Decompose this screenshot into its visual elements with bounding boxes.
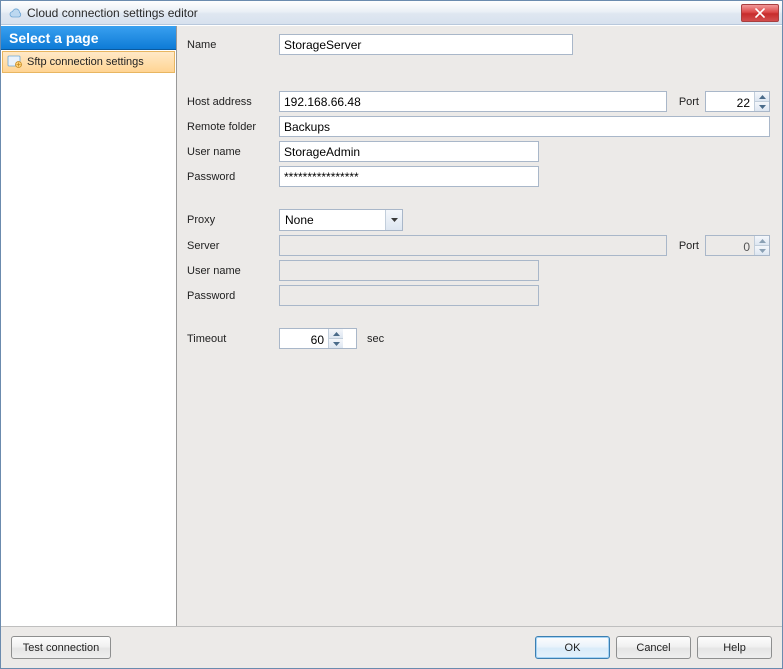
remote-folder-label: Remote folder: [187, 121, 273, 133]
proxy-port-input: [706, 236, 754, 257]
port-label: Port: [679, 96, 699, 108]
close-button[interactable]: [741, 4, 779, 22]
ok-button[interactable]: OK: [535, 636, 610, 659]
chevron-down-icon: [333, 342, 340, 346]
proxy-server-label: Server: [187, 240, 273, 252]
port-input[interactable]: [706, 92, 754, 113]
sidebar-header: Select a page: [1, 26, 176, 50]
proxy-password-input: [279, 285, 539, 306]
password-input[interactable]: [279, 166, 539, 187]
proxy-port-spinner: [705, 235, 770, 256]
name-input[interactable]: [279, 34, 573, 55]
name-label: Name: [187, 39, 273, 51]
proxy-username-label: User name: [187, 265, 273, 277]
port-spinner[interactable]: [705, 91, 770, 112]
host-address-input[interactable]: [279, 91, 667, 112]
cancel-button[interactable]: Cancel: [616, 636, 691, 659]
sidebar: Select a page Sftp connection settings: [1, 26, 177, 626]
cloud-icon: [7, 5, 23, 21]
footer: Test connection OK Cancel Help: [1, 626, 782, 668]
timeout-down-button[interactable]: [329, 339, 343, 348]
timeout-input[interactable]: [280, 329, 328, 350]
chevron-up-icon: [759, 95, 766, 99]
port-down-button[interactable]: [755, 102, 769, 111]
chevron-up-icon: [333, 332, 340, 336]
help-button[interactable]: Help: [697, 636, 772, 659]
proxy-selected-value: None: [280, 210, 385, 230]
proxy-password-label: Password: [187, 290, 273, 302]
dialog-window: Cloud connection settings editor Select …: [0, 0, 783, 669]
proxy-username-input: [279, 260, 539, 281]
password-label: Password: [187, 171, 273, 183]
proxy-label: Proxy: [187, 214, 273, 226]
test-connection-button[interactable]: Test connection: [11, 636, 111, 659]
timeout-up-button[interactable]: [329, 329, 343, 339]
proxy-port-label: Port: [679, 240, 699, 252]
settings-form: Name Host address Port: [187, 34, 770, 349]
chevron-up-icon: [759, 239, 766, 243]
chevron-down-icon: [391, 218, 398, 222]
close-icon: [755, 8, 765, 18]
chevron-down-icon: [759, 249, 766, 253]
window-title: Cloud connection settings editor: [27, 6, 741, 20]
sidebar-item-label: Sftp connection settings: [27, 56, 144, 68]
port-up-button[interactable]: [755, 92, 769, 102]
proxy-dropdown-button[interactable]: [385, 210, 402, 230]
proxy-port-down-button: [755, 246, 769, 255]
timeout-spinner[interactable]: [279, 328, 357, 349]
sidebar-item-sftp-settings[interactable]: Sftp connection settings: [2, 51, 175, 73]
proxy-port-up-button: [755, 236, 769, 246]
proxy-server-input: [279, 235, 667, 256]
remote-folder-input[interactable]: [279, 116, 770, 137]
username-input[interactable]: [279, 141, 539, 162]
timeout-label: Timeout: [187, 333, 273, 345]
timeout-unit: sec: [367, 333, 384, 345]
titlebar: Cloud connection settings editor: [1, 1, 782, 25]
chevron-down-icon: [759, 105, 766, 109]
content-panel: Name Host address Port: [177, 26, 782, 626]
username-label: User name: [187, 146, 273, 158]
settings-page-icon: [7, 54, 23, 70]
proxy-combobox[interactable]: None: [279, 209, 403, 231]
dialog-body: Select a page Sftp connection settings N…: [1, 25, 782, 626]
host-label: Host address: [187, 96, 273, 108]
